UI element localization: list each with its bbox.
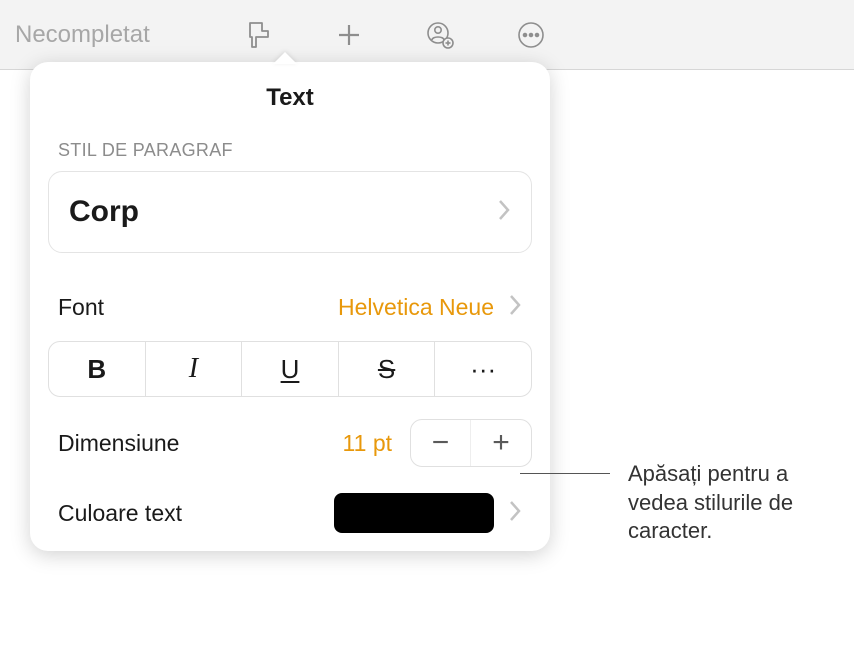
- size-decrease-button[interactable]: −: [411, 420, 471, 466]
- panel-arrow: [273, 50, 297, 64]
- format-panel: Text STIL DE PARAGRAF Corp Font Helvetic…: [30, 62, 550, 551]
- chevron-right-icon: [497, 199, 511, 226]
- document-title: Necompletat: [15, 21, 150, 49]
- paragraph-style-selector[interactable]: Corp: [48, 171, 532, 253]
- size-label: Dimensiune: [58, 430, 343, 457]
- callout-text: Apăsați pentru a vedea stilurile de cara…: [628, 460, 838, 546]
- chevron-right-icon: [508, 294, 522, 321]
- chevron-right-icon: [508, 500, 522, 527]
- callout-line: [520, 473, 610, 474]
- size-value: 11 pt: [343, 430, 392, 457]
- italic-button[interactable]: I: [146, 342, 243, 396]
- collaborate-icon[interactable]: [422, 17, 458, 53]
- text-style-buttons: B I U S ···: [48, 341, 532, 397]
- annotation-callout: Apăsați pentru a vedea stilurile de cara…: [545, 460, 838, 546]
- format-panel-wrapper: Text STIL DE PARAGRAF Corp Font Helvetic…: [30, 60, 550, 551]
- text-color-swatch[interactable]: [334, 493, 494, 533]
- more-icon[interactable]: [513, 17, 549, 53]
- font-label: Font: [58, 294, 338, 321]
- size-row: Dimensiune 11 pt − +: [30, 415, 550, 471]
- underline-button[interactable]: U: [242, 342, 339, 396]
- paragraph-style-label: STIL DE PARAGRAF: [30, 140, 550, 161]
- add-icon[interactable]: [331, 17, 367, 53]
- size-increase-button[interactable]: +: [471, 420, 531, 466]
- format-brush-icon[interactable]: [240, 17, 276, 53]
- text-color-label: Culoare text: [58, 500, 334, 527]
- panel-title: Text: [30, 84, 550, 112]
- strikethrough-button[interactable]: S: [339, 342, 436, 396]
- more-styles-button[interactable]: ···: [435, 342, 531, 396]
- font-value: Helvetica Neue: [338, 294, 494, 321]
- paragraph-style-name: Corp: [69, 195, 497, 229]
- size-stepper: − +: [410, 419, 532, 467]
- toolbar-icons: [240, 17, 549, 53]
- font-row[interactable]: Font Helvetica Neue: [30, 283, 550, 331]
- text-color-row[interactable]: Culoare text: [30, 485, 550, 541]
- bold-button[interactable]: B: [49, 342, 146, 396]
